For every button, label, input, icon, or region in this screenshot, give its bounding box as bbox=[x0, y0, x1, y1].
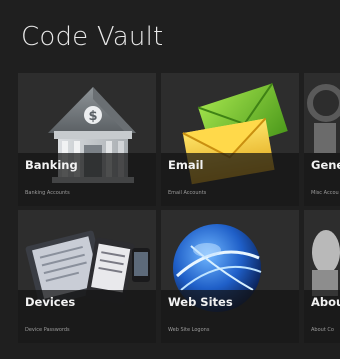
tile-label: Gene bbox=[311, 158, 340, 172]
tile-web-sites[interactable]: Web Sites Web Site Logons bbox=[161, 210, 299, 343]
tile-label: Email bbox=[168, 158, 204, 172]
app-window: Code Vault $ Banking Banking Accounts Em… bbox=[0, 0, 340, 359]
tile-sublabel: Banking Accounts bbox=[25, 190, 70, 196]
tile-sublabel: Misc Accou bbox=[311, 190, 339, 196]
tile-label: Devices bbox=[25, 295, 76, 309]
tile-sublabel: Email Accounts bbox=[168, 190, 207, 196]
tile-label: Abou bbox=[311, 295, 340, 309]
tile-about[interactable]: Abou About Co bbox=[304, 210, 340, 343]
tile-banking[interactable]: $ Banking Banking Accounts bbox=[18, 73, 156, 206]
tile-sublabel: Web Site Logons bbox=[168, 327, 210, 333]
tile-sublabel: Device Passwords bbox=[25, 327, 70, 333]
tile-devices[interactable]: Devices Device Passwords bbox=[18, 210, 156, 343]
tile-general[interactable]: Gene Misc Accou bbox=[304, 73, 340, 206]
tile-label: Web Sites bbox=[168, 295, 233, 309]
tile-email[interactable]: Email Email Accounts bbox=[161, 73, 299, 206]
svg-text:$: $ bbox=[88, 109, 97, 124]
app-title: Code Vault bbox=[21, 22, 164, 52]
tile-sublabel: About Co bbox=[311, 327, 334, 333]
tile-label: Banking bbox=[25, 158, 78, 172]
